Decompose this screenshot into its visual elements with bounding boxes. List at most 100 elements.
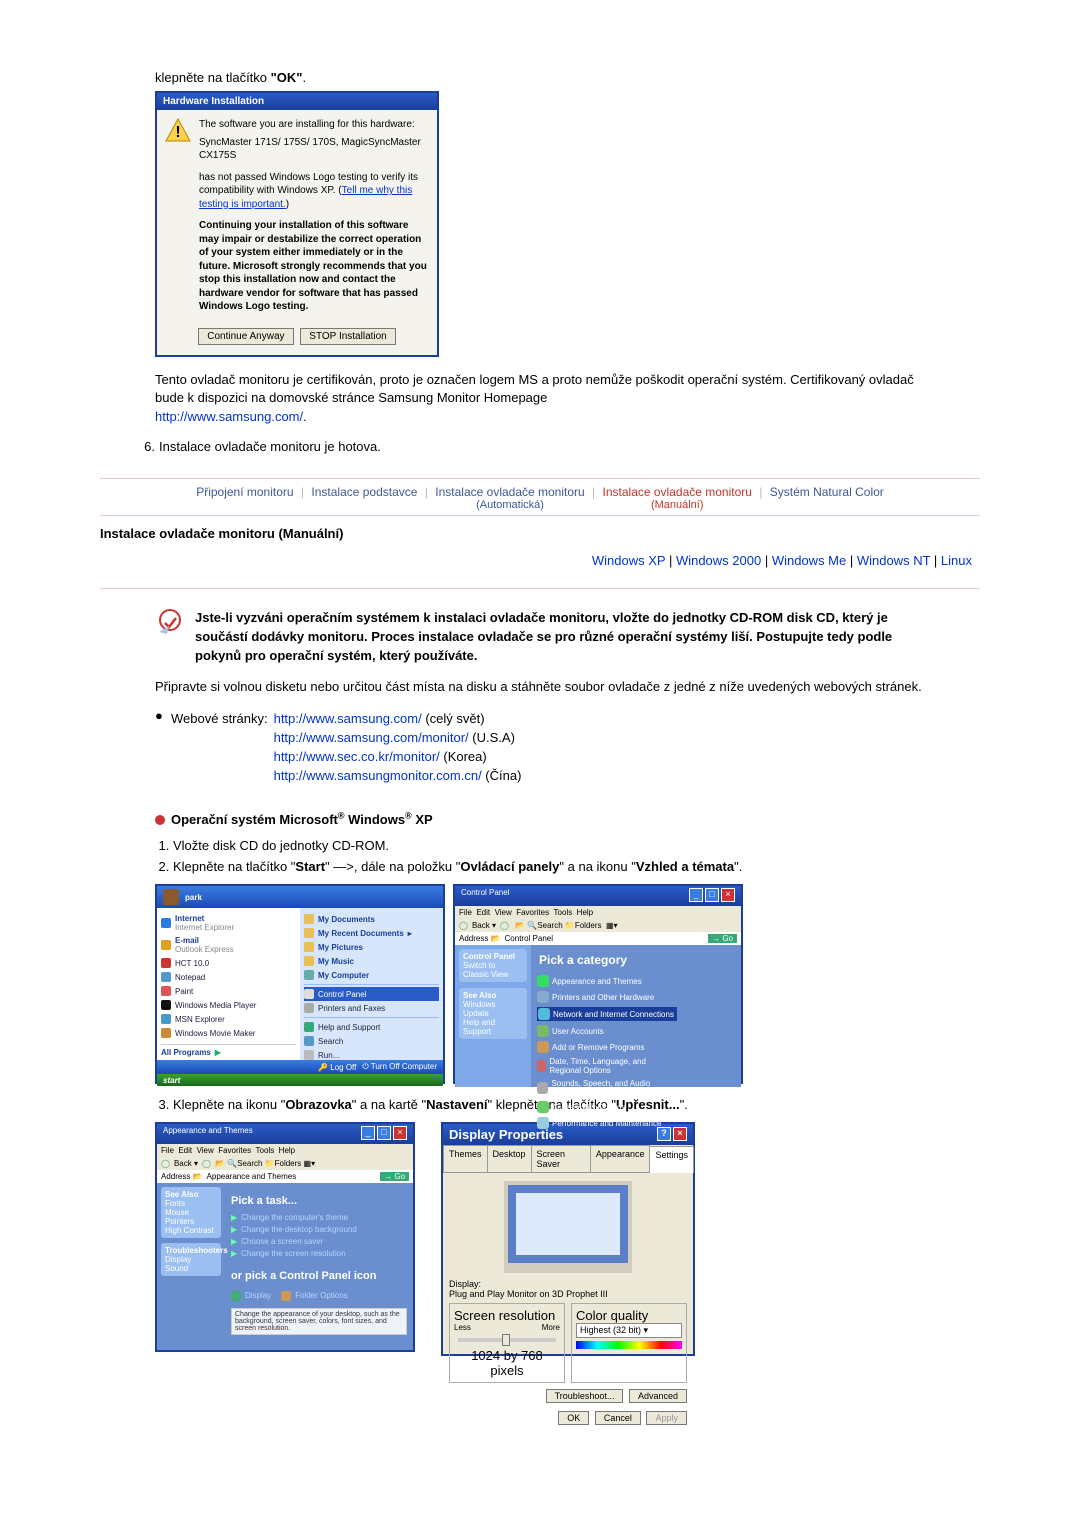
tab-natural-color[interactable]: Systém Natural Color <box>766 485 888 499</box>
close-icon[interactable]: × <box>673 1127 687 1141</box>
cat-printers[interactable]: Printers and Other Hardware <box>537 991 675 1003</box>
icon-folderopts[interactable]: Folder Options <box>281 1291 347 1301</box>
cp-classic-view[interactable]: Switch to Classic View <box>463 961 508 979</box>
cp-toolbar: ◯Back ▾ ◯ 📂 🔍Search 📁Folders ▦▾ <box>455 919 741 932</box>
hardware-installation-dialog: Hardware Installation ! The software you… <box>155 91 439 357</box>
sm-pics[interactable]: My Pictures <box>304 940 439 954</box>
minimize-icon[interactable]: _ <box>361 1126 375 1140</box>
cat-sounds[interactable]: Sounds, Speech, and Audio Devices <box>537 1079 675 1097</box>
tab-screensaver[interactable]: Screen Saver <box>531 1145 591 1172</box>
tab-appearance[interactable]: Appearance <box>590 1145 651 1172</box>
cp-pick-category: Pick a category <box>539 953 735 967</box>
note-text: Jste-li vyzváni operačním systémem k ins… <box>195 609 935 666</box>
apply-button[interactable]: Apply <box>646 1411 687 1425</box>
advanced-button[interactable]: Advanced <box>629 1389 687 1403</box>
link-linux[interactable]: Linux <box>941 553 972 568</box>
display-tooltip: Change the appearance of your desktop, s… <box>231 1308 407 1335</box>
web-link-china[interactable]: http://www.samsungmonitor.com.cn/ <box>274 768 482 783</box>
sm-paint[interactable]: Paint <box>161 984 296 998</box>
sm-msn[interactable]: MSN Explorer <box>161 1012 296 1026</box>
avatar <box>163 889 179 905</box>
task-theme[interactable]: ▶Change the computer's theme <box>231 1213 407 1222</box>
tab-connection[interactable]: Připojení monitoru <box>192 485 297 499</box>
task-bg[interactable]: ▶Change the desktop background <box>231 1225 407 1234</box>
close-icon[interactable]: × <box>721 888 735 902</box>
icon-display[interactable]: Display <box>231 1291 271 1301</box>
troubleshoot-button[interactable]: Troubleshoot... <box>546 1389 624 1403</box>
stop-installation-button[interactable]: STOP Installation <box>300 328 395 345</box>
sm-logoff[interactable]: 🔑 Log Off <box>318 1063 356 1072</box>
tab-driver-manual[interactable]: Instalace ovladače monitoru (Manuální) <box>599 485 756 511</box>
maximize-icon[interactable]: □ <box>705 888 719 902</box>
close-icon[interactable]: × <box>393 1126 407 1140</box>
web-links-table: Webové stránky: http://www.samsung.com/ … <box>167 708 525 786</box>
cat-addremove[interactable]: Add or Remove Programs <box>537 1041 675 1053</box>
cat-date[interactable]: Date, Time, Language, and Regional Optio… <box>537 1057 675 1075</box>
sm-allprograms[interactable]: All Programs ▶ <box>161 1044 296 1059</box>
resolution-slider[interactable] <box>458 1338 556 1342</box>
sm-mycomp[interactable]: My Computer <box>304 968 439 982</box>
link-winnt[interactable]: Windows NT <box>857 553 930 568</box>
help-icon[interactable]: ? <box>657 1127 671 1141</box>
sm-help[interactable]: Help and Support <box>304 1020 439 1034</box>
cat-appearance[interactable]: Appearance and Themes <box>537 975 675 987</box>
os-links: Windows XP | Windows 2000 | Windows Me |… <box>100 553 972 568</box>
task-ss[interactable]: ▶Choose a screen saver <box>231 1237 407 1246</box>
start-menu-screenshot: park InternetInternet Explorer E-mailOut… <box>155 884 445 1084</box>
sm-search[interactable]: Search <box>304 1034 439 1048</box>
color-quality-select[interactable]: Highest (32 bit) ▾ <box>576 1323 682 1338</box>
prepare-paragraph: Připravte si volnou disketu nebo určitou… <box>155 678 935 697</box>
sm-internet[interactable]: Internet <box>175 914 204 923</box>
screenshots-row-1: park InternetInternet Explorer E-mailOut… <box>155 884 935 1084</box>
cat-network[interactable]: Network and Internet Connections <box>537 1007 677 1021</box>
task-res[interactable]: ▶Change the screen resolution <box>231 1249 407 1258</box>
sm-hct[interactable]: HCT 10.0 <box>161 956 296 970</box>
link-winxp[interactable]: Windows XP <box>592 553 665 568</box>
at-address: Address 📂 Appearance and Themes→ Go <box>157 1170 413 1183</box>
sm-control-panel[interactable]: Control Panel <box>304 987 439 1001</box>
screen-resolution-group: Screen resolution LessMore 1024 by 768 p… <box>449 1303 565 1383</box>
tab-stand[interactable]: Instalace podstavce <box>307 485 421 499</box>
cat-perf[interactable]: Performance and Maintenance <box>537 1117 675 1129</box>
sm-recent[interactable]: My Recent Documents ▸ <box>304 926 439 940</box>
maximize-icon[interactable]: □ <box>377 1126 391 1140</box>
step-1: Vložte disk CD do jednotky CD-ROM. <box>173 837 935 855</box>
taskbar-start[interactable]: start <box>157 1074 443 1086</box>
sm-mydocs[interactable]: My Documents <box>304 912 439 926</box>
sm-run[interactable]: Run... <box>304 1048 439 1062</box>
cat-accessibility[interactable]: Accessibility Options <box>537 1101 675 1113</box>
control-panel-screenshot: Control Panel_□× File Edit View Favorite… <box>453 884 743 1084</box>
web-label: Webové stránky: <box>169 710 270 727</box>
divider-2 <box>100 515 980 516</box>
color-bar <box>576 1341 682 1349</box>
cancel-button[interactable]: Cancel <box>595 1411 641 1425</box>
note-callout: Jste-li vyzváni operačním systémem k ins… <box>155 609 935 666</box>
web-link-usa[interactable]: http://www.samsung.com/monitor/ <box>274 730 469 745</box>
samsung-homepage-link[interactable]: http://www.samsung.com/ <box>155 409 303 424</box>
continue-anyway-button[interactable]: Continue Anyway <box>198 328 293 345</box>
tab-themes[interactable]: Themes <box>443 1145 488 1172</box>
link-win2k[interactable]: Windows 2000 <box>676 553 761 568</box>
minimize-icon[interactable]: _ <box>689 888 703 902</box>
cat-users[interactable]: User Accounts <box>537 1025 675 1037</box>
tab-settings[interactable]: Settings <box>649 1146 694 1173</box>
sm-music[interactable]: My Music <box>304 954 439 968</box>
start-user: park <box>185 893 202 902</box>
bullet-icon: ● <box>155 708 161 786</box>
web-link-korea[interactable]: http://www.sec.co.kr/monitor/ <box>274 749 440 764</box>
color-quality-group: Color quality Highest (32 bit) ▾ <box>571 1303 687 1383</box>
web-link-world[interactable]: http://www.samsung.com/ <box>274 711 422 726</box>
sm-turnoff[interactable]: ⏻ Turn Off Computer <box>362 1062 437 1072</box>
tab-driver-auto[interactable]: Instalace ovladače monitoru (Automatická… <box>431 485 588 511</box>
link-winme[interactable]: Windows Me <box>772 553 846 568</box>
tab-desktop[interactable]: Desktop <box>487 1145 532 1172</box>
sm-wmm[interactable]: Windows Movie Maker <box>161 1026 296 1040</box>
sm-printers[interactable]: Printers and Faxes <box>304 1001 439 1015</box>
page-tabs: Připojení monitoru | Instalace podstavce… <box>100 485 980 511</box>
ok-button[interactable]: OK <box>558 1411 589 1425</box>
appearance-themes-screenshot: Appearance and Themes_□× File Edit View … <box>155 1122 415 1352</box>
cp-menubar: File Edit View Favorites Tools Help <box>455 906 741 919</box>
sm-email[interactable]: E-mail <box>175 936 199 945</box>
sm-notepad[interactable]: Notepad <box>161 970 296 984</box>
sm-wmp[interactable]: Windows Media Player <box>161 998 296 1012</box>
